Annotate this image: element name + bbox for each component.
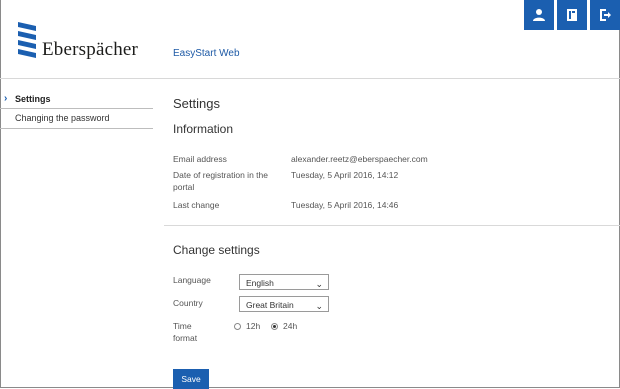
- eberspaecher-logo: Eberspächer: [14, 20, 154, 60]
- email-value: alexander.reetz@eberspaecher.com: [291, 154, 428, 164]
- user-icon: [533, 9, 545, 21]
- radio-12h[interactable]: 12h: [234, 321, 260, 331]
- email-label: Email address: [173, 154, 227, 164]
- brand-name: Eberspächer: [42, 39, 139, 60]
- country-select[interactable]: Great Britain ⌄: [239, 296, 329, 312]
- last-change-value: Tuesday, 5 April 2016, 14:46: [291, 200, 399, 210]
- sidebar-item-change-password[interactable]: Changing the password: [0, 109, 160, 127]
- chevron-down-icon: ⌄: [315, 301, 323, 311]
- sidebar-item-label: Settings: [15, 94, 51, 104]
- registration-date-value: Tuesday, 5 April 2016, 14:12: [291, 170, 399, 180]
- save-button[interactable]: Save: [173, 369, 209, 389]
- language-select[interactable]: English ⌄: [239, 274, 329, 290]
- header: Eberspächer EasyStart Web: [0, 0, 620, 79]
- change-settings-heading: Change settings: [173, 243, 260, 257]
- eberspaecher-logo-icon: [18, 22, 36, 58]
- radio-24h-label: 24h: [283, 321, 298, 331]
- chevron-right-icon: ›: [4, 93, 8, 104]
- radio-12h-label: 12h: [246, 321, 261, 331]
- country-select-value: Great Britain: [246, 300, 294, 310]
- page-title: Settings: [173, 96, 220, 111]
- section-divider: [164, 225, 620, 226]
- sidebar-item-settings[interactable]: › Settings: [0, 90, 160, 108]
- app-title[interactable]: EasyStart Web: [173, 48, 240, 59]
- logout-button[interactable]: [590, 0, 620, 30]
- language-select-value: English: [246, 278, 274, 288]
- document-icon: [567, 9, 577, 21]
- user-button[interactable]: [524, 0, 554, 30]
- information-heading: Information: [173, 122, 234, 136]
- logout-icon: [600, 9, 611, 21]
- radio-12h-circle[interactable]: [234, 322, 241, 330]
- radio-24h-circle[interactable]: [271, 322, 278, 330]
- chevron-down-icon: ⌄: [315, 279, 323, 289]
- sidebar-divider: [0, 128, 153, 129]
- last-change-label: Last change: [173, 200, 220, 210]
- time-format-label: Time format: [173, 321, 198, 343]
- top-actions: [524, 0, 620, 30]
- sidebar-item-label: Changing the password: [15, 113, 110, 123]
- registration-date-label: Date of registration in the portal: [173, 170, 268, 192]
- radio-24h[interactable]: 24h: [271, 321, 297, 331]
- document-button[interactable]: [557, 0, 587, 30]
